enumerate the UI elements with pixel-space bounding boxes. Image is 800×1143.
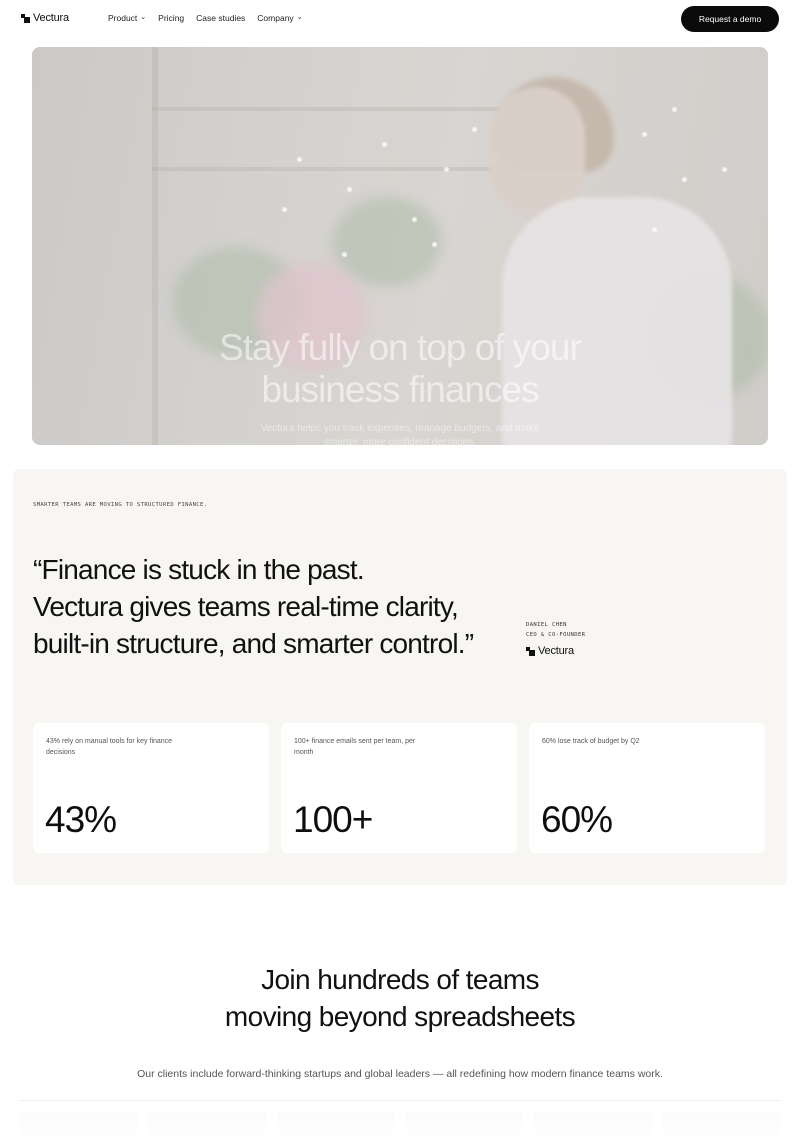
nav-item-label: Product xyxy=(108,13,138,23)
section-eyebrow: SMARTER TEAMS ARE MOVING TO STRUCTURED F… xyxy=(33,502,208,508)
quote-line: Vectura gives teams real-time clarity, xyxy=(33,591,459,622)
nav-item-label: Case studies xyxy=(196,13,246,23)
brand-logo[interactable]: Vectura xyxy=(21,12,69,24)
stat-value: 100+ xyxy=(293,799,373,840)
author-company-logo: Vectura xyxy=(526,645,574,657)
author-role: CEO & CO-FOUNDER xyxy=(526,632,586,638)
top-nav: Vectura Product ⌄ Pricing Case studies C… xyxy=(0,0,800,38)
nav-item-label: Company xyxy=(257,13,294,23)
hero-banner: Stay fully on top of your business finan… xyxy=(32,47,768,445)
quote-line: “Finance is stuck in the past. xyxy=(33,554,365,585)
stat-card: 100+ finance emails sent per team, per m… xyxy=(281,723,517,853)
chevron-down-icon: ⌄ xyxy=(140,13,147,21)
quote-author: DANIEL CHEN CEO & CO-FOUNDER xyxy=(526,620,585,640)
stat-label: 60% lose track of budget by Q2 xyxy=(542,738,640,745)
chevron-down-icon: ⌄ xyxy=(296,13,303,21)
nav-item-pricing[interactable]: Pricing xyxy=(158,13,184,23)
hero-title-line: Stay fully on top of your xyxy=(219,327,582,368)
hero-subtitle-line: smarter, more confident decisions. xyxy=(323,437,477,445)
nav-links: Product ⌄ Pricing Case studies Company ⌄ xyxy=(108,13,303,23)
hero-subtitle-line: Vectura helps you track expenses, manage… xyxy=(260,423,540,434)
hero-subtitle: Vectura helps you track expenses, manage… xyxy=(32,422,768,445)
vectura-logo-icon xyxy=(526,646,535,656)
nav-item-product[interactable]: Product ⌄ xyxy=(108,13,146,23)
client-logo xyxy=(404,1112,524,1143)
heading-line: moving beyond spreadsheets xyxy=(224,1001,576,1032)
clients-subtitle: Our clients include forward-thinking sta… xyxy=(137,1068,663,1080)
client-logo xyxy=(661,1112,780,1143)
stat-value: 43% xyxy=(45,799,117,840)
stats-row: 43% rely on manual tools for key finance… xyxy=(33,723,765,853)
stat-card: 43% rely on manual tools for key finance… xyxy=(33,723,269,853)
clients-heading: Join hundreds of teams moving beyond spr… xyxy=(0,961,800,1035)
client-logo xyxy=(20,1112,139,1143)
author-name: DANIEL CHEN xyxy=(526,622,567,628)
hero-title: Stay fully on top of your business finan… xyxy=(32,327,768,411)
nav-item-label: Pricing xyxy=(158,13,185,23)
client-logo xyxy=(276,1112,395,1143)
stat-label: 43% rely on manual tools for key finance… xyxy=(46,738,173,756)
hero-title-line: business finances xyxy=(261,369,539,410)
client-logos-row xyxy=(20,1112,780,1143)
author-company: Vectura xyxy=(538,645,574,657)
nav-item-case-studies[interactable]: Case studies xyxy=(196,13,245,23)
nav-item-company[interactable]: Company ⌄ xyxy=(257,13,302,23)
request-demo-button[interactable]: Request a demo xyxy=(681,6,779,32)
heading-line: Join hundreds of teams xyxy=(261,964,539,995)
stat-card: 60% lose track of budget by Q2 60% xyxy=(529,723,765,853)
section-divider xyxy=(20,1100,780,1101)
testimonial-section: SMARTER TEAMS ARE MOVING TO STRUCTURED F… xyxy=(13,469,787,885)
vectura-logo-icon xyxy=(21,13,30,23)
stat-value: 60% xyxy=(541,799,613,840)
brand-name: Vectura xyxy=(33,12,69,24)
stat-label: 100+ finance emails sent per team, per m… xyxy=(294,738,416,756)
testimonial-quote: “Finance is stuck in the past. Vectura g… xyxy=(33,551,513,662)
client-logo xyxy=(148,1112,267,1143)
client-logo xyxy=(533,1112,652,1143)
quote-line: built-in structure, and smarter control.… xyxy=(33,628,474,659)
